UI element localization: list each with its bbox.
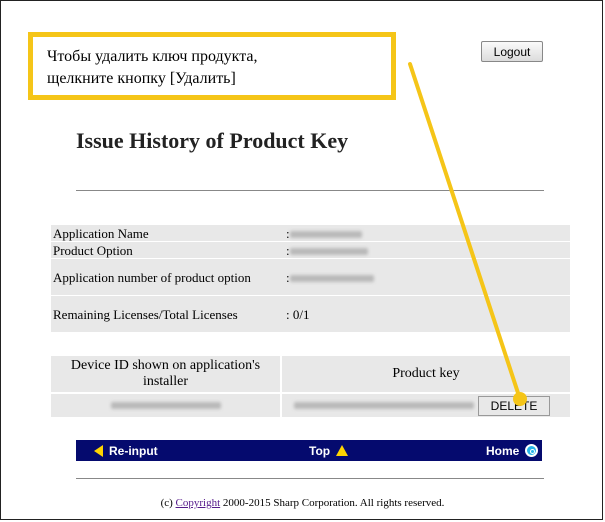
- instruction-callout: Чтобы удалить ключ продукта, щелкните кн…: [28, 32, 396, 100]
- annotation-arrow-dot: [513, 392, 527, 406]
- annotation-arrow-line: [408, 62, 522, 401]
